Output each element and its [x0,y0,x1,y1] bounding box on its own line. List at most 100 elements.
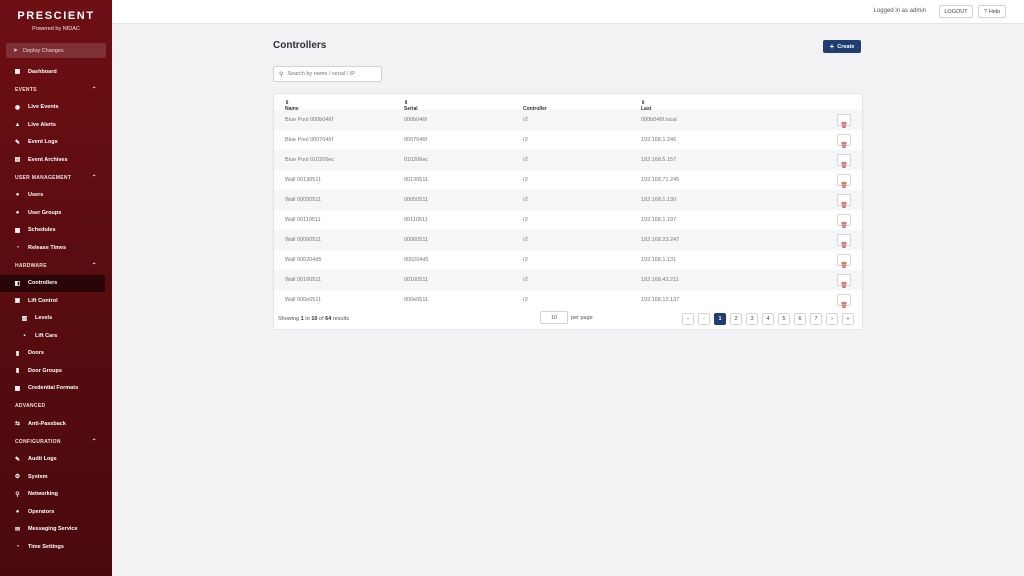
page-button-2[interactable]: 2 [730,313,742,325]
table-row[interactable]: Wall 00060511 00060511 r2 192.168.23.247 🗑 [274,230,862,250]
table-row[interactable]: Wall 00160511 00160511 r2 192.168.43.211 🗑 [274,270,862,290]
lift-icon: ▣ [14,298,21,305]
brand-logo: PRESCIENT [17,10,95,22]
deploy-changes-button[interactable]: ➤ Deploy Changes [6,43,106,58]
section-configuration[interactable]: CONFIGURATION ⌃ [0,433,112,451]
help-button[interactable]: ? Help [978,5,1006,18]
send-icon: ➤ [13,48,19,54]
delete-button[interactable]: 🗑 [837,114,851,129]
trash-icon: 🗑 [840,283,848,289]
clock-icon: ◔ [15,244,20,251]
section-advanced[interactable]: ADVANCED [0,397,112,415]
operator-icon: ● [15,508,20,515]
trash-icon: 🗑 [840,263,848,269]
trash-icon: 🗑 [840,123,848,129]
section-events[interactable]: EVENTS ⌃ [0,81,112,99]
page-button-5[interactable]: 5 [778,313,790,325]
chevron-up-icon: ⌃ [91,263,97,269]
section-user-management[interactable]: USER MANAGEMENT ⌃ [0,169,112,187]
sidebar-item-doors[interactable]: ▮ Doors [0,345,105,363]
sidebar-item-live-events[interactable]: ◉ Live Events [0,99,105,117]
delete-button[interactable]: 🗑 [837,234,851,249]
sidebar-nav: ▦ Dashboard EVENTS ⌃ ◉ Live Events ▲ Live Al… [0,63,112,556]
page-button-3[interactable]: 3 [746,313,758,325]
create-button[interactable]: + Create [823,40,861,53]
sidebar-item-audit-logs[interactable]: ✎ Audit Logs [0,451,105,469]
prev-page-button[interactable]: ‹ [698,313,710,325]
sidebar-item-controllers[interactable]: ◧ Controllers [0,274,105,292]
next-page-button[interactable]: › [826,313,838,325]
anti-passback-icon: ⇆ [14,421,21,428]
table-row[interactable]: Wall 00130511 00130511 r2 192.168.71.245 🗑 [274,170,862,190]
search-icon: ⚲ [279,71,284,78]
sidebar-item-credential-formats[interactable]: ▦ Credential Formats [0,380,105,398]
gear-icon: ⚙ [14,474,21,481]
logged-in-text: Logged in as admin [873,8,926,14]
trash-icon: 🗑 [840,223,848,229]
table-row[interactable]: Wall 00050511 00050511 r2 192.168.1.130 🗑 [274,190,862,210]
calendar-icon: ▦ [14,227,21,234]
sidebar-item-lift-cars[interactable]: ▪ Lift Cars [0,327,105,345]
delete-button[interactable]: 🗑 [837,254,851,269]
delete-button[interactable]: 🗑 [837,194,851,209]
sidebar-item-live-alerts[interactable]: ▲ Live Alerts [0,116,105,134]
results-summary: Showing 1 to 10 of 64 results [278,316,349,322]
column-header-serial[interactable]: Serial ⇕ [404,100,418,112]
search-field[interactable]: ⚲ [273,66,382,82]
delete-button[interactable]: 🗑 [837,274,851,289]
table-row[interactable]: Wall 000e0511 000e0511 r2 192.168.12.137 🗑 [274,290,862,310]
sidebar-item-event-archives[interactable]: ▤ Event Archives [0,151,105,169]
sidebar-item-levels[interactable]: ▥ Levels [0,310,105,328]
chevron-up-icon: ⌃ [91,439,97,445]
sidebar-item-anti-passback[interactable]: ⇆ Anti-Passback [0,415,105,433]
sidebar-item-release-times[interactable]: ◔ Release Times [0,239,105,257]
table-row[interactable]: Blue Pool 000b046f 000b046f r2 000b046f.loc… [274,110,862,130]
per-page-select[interactable]: 10 [540,311,568,324]
pagination: « ‹ 1 2 3 4 5 6 7 › » [682,313,858,325]
deploy-changes-label: Deploy Changes [23,47,64,54]
delete-button[interactable]: 🗑 [837,134,851,149]
trash-icon: 🗑 [840,183,848,189]
table-row[interactable]: Blue Pool 010206ec 010206ec r2 192.168.5.15… [274,150,862,170]
first-page-button[interactable]: « [682,313,694,325]
last-page-button[interactable]: » [842,313,854,325]
sidebar-item-operators[interactable]: ● Operators [0,503,105,521]
page-button-7[interactable]: 7 [810,313,822,325]
delete-button[interactable]: 🗑 [837,174,851,189]
sidebar-item-door-groups[interactable]: ▮ Door Groups [0,362,105,380]
grid-icon: ▦ [14,385,21,392]
sidebar-item-messaging-service[interactable]: ✉ Messaging Service [0,521,105,539]
sidebar-item-time-settings[interactable]: ◔ Time Settings [0,538,105,556]
brand-powered-by: Powered by NIDAC [32,26,80,32]
sidebar-item-lift-control[interactable]: ▣ Lift Control [0,292,105,310]
table-row[interactable]: Wall 000204d5 000204d5 r2 192.168.1.131 🗑 [274,250,862,270]
section-hardware[interactable]: HARDWARE ⌃ [0,257,112,275]
chevron-up-icon: ⌃ [91,87,97,93]
levels-icon: ▥ [21,315,28,322]
lift-car-icon: ▪ [23,332,26,339]
top-bar: Logged in as admin LOGOUT ? Help [112,0,1024,24]
sidebar-item-networking[interactable]: ⚲ Networking [0,486,105,504]
per-page-label: per page [571,315,593,321]
delete-button[interactable]: 🗑 [837,294,851,309]
logout-button[interactable]: LOGOUT [939,5,973,18]
delete-button[interactable]: 🗑 [837,214,851,229]
sidebar-item-users[interactable]: ● Users [0,187,105,205]
page-button-1[interactable]: 1 [714,313,726,325]
trash-icon: 🗑 [840,143,848,149]
table-row[interactable]: Blue Pool 0007046f 0007046f r2 192.168.1.24… [274,130,862,150]
sidebar-item-system[interactable]: ⚙ System [0,468,105,486]
log-icon: ✎ [14,139,21,146]
delete-button[interactable]: 🗑 [837,154,851,169]
sidebar-item-schedules[interactable]: ▦ Schedules [0,222,105,240]
search-input[interactable] [287,71,378,77]
table-row[interactable]: Wall 00110511 00110511 r2 192.168.1.197 🗑 [274,210,862,230]
page-button-6[interactable]: 6 [794,313,806,325]
page-button-4[interactable]: 4 [762,313,774,325]
door-icon: ▮ [15,350,20,357]
column-header-address[interactable]: Last Known Address ⇕ [641,100,661,124]
sidebar-item-dashboard[interactable]: ▦ Dashboard [0,63,105,81]
sidebar-item-user-groups[interactable]: ● User Groups [0,204,105,222]
column-header-name[interactable]: Name ⇕ [285,100,299,112]
sidebar-item-event-logs[interactable]: ✎ Event Logs [0,134,105,152]
